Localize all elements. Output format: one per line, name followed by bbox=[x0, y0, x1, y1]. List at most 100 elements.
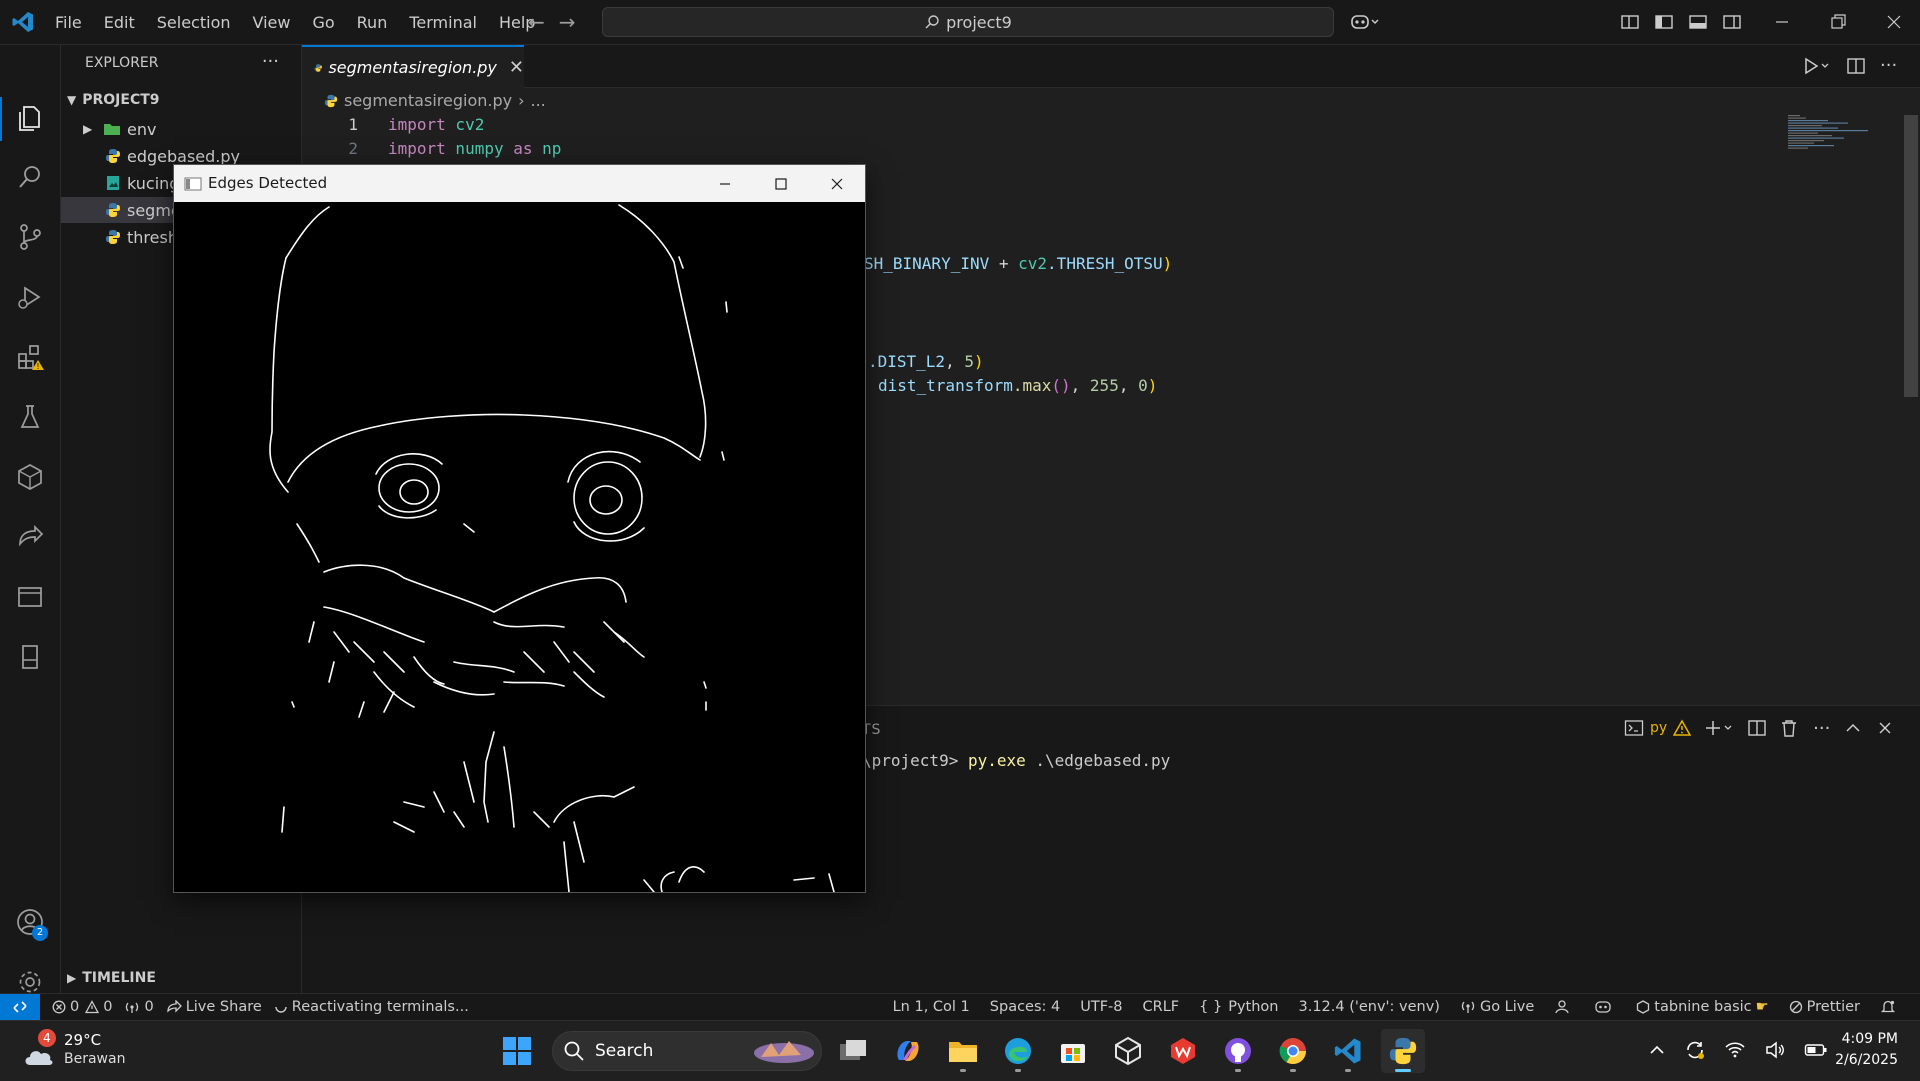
cv-maximize-button[interactable] bbox=[753, 165, 809, 202]
live-share-icon[interactable] bbox=[13, 520, 47, 554]
accounts-status[interactable] bbox=[1554, 999, 1574, 1015]
cursor-position[interactable]: Ln 1, Col 1 bbox=[893, 999, 970, 1015]
volume-icon[interactable] bbox=[1764, 1040, 1786, 1060]
more-actions-icon[interactable]: ··· bbox=[1813, 718, 1830, 739]
split-editor-icon[interactable] bbox=[1846, 56, 1866, 76]
menu-file[interactable]: File bbox=[44, 13, 93, 32]
menu-view[interactable]: View bbox=[242, 13, 302, 32]
split-terminal-icon[interactable] bbox=[1747, 719, 1767, 737]
copilot-status[interactable] bbox=[1594, 999, 1616, 1015]
copilot-button[interactable] bbox=[1350, 0, 1380, 44]
weather-widget[interactable]: 4 29°C Berawan bbox=[22, 1029, 162, 1073]
source-control-icon[interactable] bbox=[13, 220, 47, 254]
vscode-app[interactable] bbox=[1326, 1029, 1370, 1073]
code-token: , bbox=[1118, 376, 1139, 395]
terminal-output[interactable]: \project9> py.exe .\edgebased.py bbox=[862, 751, 1170, 770]
start-button[interactable] bbox=[495, 1029, 539, 1073]
timeline-section[interactable]: ▶ TIMELINE bbox=[67, 970, 156, 986]
python-interpreter[interactable]: 3.12.4 ('env': venv) bbox=[1298, 999, 1439, 1015]
notebook-icon[interactable] bbox=[13, 640, 47, 674]
cv-minimize-button[interactable] bbox=[697, 165, 753, 202]
shell-label[interactable]: py bbox=[1650, 720, 1667, 736]
cv-window-titlebar[interactable]: Edges Detected bbox=[174, 165, 865, 202]
tree-item-label: kucing bbox=[127, 173, 180, 193]
restore-icon[interactable] bbox=[1828, 12, 1848, 32]
customize-layout-icon[interactable] bbox=[1620, 13, 1640, 31]
project-folder[interactable]: ▼ PROJECT9 bbox=[67, 92, 160, 108]
line-ending[interactable]: CRLF bbox=[1143, 999, 1180, 1015]
github-logo-icon bbox=[1225, 1038, 1251, 1064]
active-indicator bbox=[1395, 1069, 1411, 1072]
close-icon[interactable] bbox=[1884, 12, 1904, 32]
menu-selection[interactable]: Selection bbox=[146, 13, 242, 32]
clock[interactable]: 4:09 PM 2/6/2025 bbox=[1835, 1029, 1898, 1071]
language-mode[interactable]: { } Python bbox=[1199, 999, 1278, 1015]
battery-icon[interactable] bbox=[1804, 1042, 1828, 1058]
back-arrow-icon[interactable]: ← bbox=[528, 10, 559, 34]
more-actions-icon[interactable]: ··· bbox=[1880, 55, 1897, 76]
remote-explorer-icon[interactable] bbox=[13, 460, 47, 494]
taskbar-search[interactable]: Search bbox=[552, 1031, 822, 1071]
terminal-icon[interactable] bbox=[1624, 719, 1644, 737]
tab-close-icon[interactable]: ✕ bbox=[509, 57, 524, 78]
chevron-up-icon[interactable] bbox=[1648, 1041, 1666, 1059]
code-token: numpy bbox=[445, 139, 504, 158]
github-desktop-app[interactable] bbox=[1216, 1029, 1260, 1073]
menu-edit[interactable]: Edit bbox=[93, 13, 146, 32]
indentation[interactable]: Spaces: 4 bbox=[990, 999, 1060, 1015]
extensions-icon[interactable]: ! bbox=[13, 340, 47, 374]
copilot-app[interactable] bbox=[886, 1029, 930, 1073]
sync-icon[interactable] bbox=[1684, 1039, 1706, 1061]
live-share-button[interactable]: Live Share bbox=[166, 999, 262, 1015]
toggle-sidebar-icon[interactable] bbox=[1654, 13, 1674, 31]
menu-run[interactable]: Run bbox=[346, 13, 399, 32]
task-view-button[interactable] bbox=[831, 1029, 875, 1073]
go-live-label: Go Live bbox=[1479, 999, 1535, 1015]
weather-badge: 4 bbox=[38, 1029, 56, 1047]
tabnine-status[interactable]: tabnine basic ☛ bbox=[1636, 999, 1769, 1015]
3d-app[interactable] bbox=[1106, 1029, 1150, 1073]
prettier-status[interactable]: Prettier bbox=[1789, 999, 1860, 1015]
tree-item-label: edgebased.py bbox=[127, 146, 241, 166]
tab-segmentasiregion[interactable]: segmentasiregion.py ✕ bbox=[302, 45, 524, 88]
close-panel-icon[interactable] bbox=[1876, 719, 1894, 737]
trash-icon[interactable] bbox=[1779, 719, 1799, 737]
code-token: ) bbox=[973, 352, 984, 371]
edge-browser-app[interactable] bbox=[996, 1029, 1040, 1073]
menu-terminal[interactable]: Terminal bbox=[398, 13, 488, 32]
more-actions-icon[interactable]: ··· bbox=[262, 51, 279, 72]
command-center[interactable]: project9 bbox=[602, 7, 1334, 37]
wps-office-app[interactable] bbox=[1161, 1029, 1205, 1073]
chrome-browser-app[interactable] bbox=[1271, 1029, 1315, 1073]
editor-scrollbar[interactable] bbox=[1904, 115, 1918, 397]
go-live-button[interactable]: Go Live bbox=[1460, 999, 1534, 1015]
wifi-icon[interactable] bbox=[1724, 1040, 1746, 1060]
minimize-icon[interactable] bbox=[1772, 12, 1792, 32]
notifications-button[interactable] bbox=[1880, 999, 1900, 1015]
file-explorer-app[interactable] bbox=[941, 1029, 985, 1073]
minimap[interactable] bbox=[1788, 115, 1888, 175]
maximize-panel-icon[interactable] bbox=[1844, 719, 1862, 737]
search-icon[interactable] bbox=[13, 160, 47, 194]
remote-indicator[interactable] bbox=[0, 994, 40, 1020]
microsoft-store-app[interactable] bbox=[1051, 1029, 1095, 1073]
toggle-secondary-sidebar-icon[interactable] bbox=[1722, 13, 1742, 31]
code-line: 1 import cv2 bbox=[302, 115, 484, 139]
python-app[interactable] bbox=[1381, 1029, 1425, 1073]
forward-arrow-icon[interactable]: → bbox=[559, 10, 590, 34]
panels-icon[interactable] bbox=[13, 580, 47, 614]
breadcrumb-rest[interactable]: ... bbox=[530, 91, 545, 110]
run-file-icon[interactable] bbox=[1802, 56, 1832, 76]
run-debug-icon[interactable] bbox=[13, 280, 47, 314]
ports-indicator[interactable]: 0 bbox=[124, 999, 154, 1015]
new-terminal-plus-icon[interactable] bbox=[1705, 719, 1735, 737]
toggle-panel-icon[interactable] bbox=[1688, 13, 1708, 31]
problems-indicator[interactable]: 0 0 bbox=[52, 999, 112, 1015]
tree-item-env[interactable]: ▶ env bbox=[61, 116, 301, 142]
encoding[interactable]: UTF-8 bbox=[1080, 999, 1122, 1015]
breadcrumb-file[interactable]: segmentasiregion.py bbox=[344, 91, 512, 110]
explorer-icon[interactable] bbox=[13, 101, 47, 135]
cv-close-button[interactable] bbox=[809, 165, 865, 202]
testing-icon[interactable] bbox=[13, 400, 47, 434]
menu-go[interactable]: Go bbox=[301, 13, 345, 32]
